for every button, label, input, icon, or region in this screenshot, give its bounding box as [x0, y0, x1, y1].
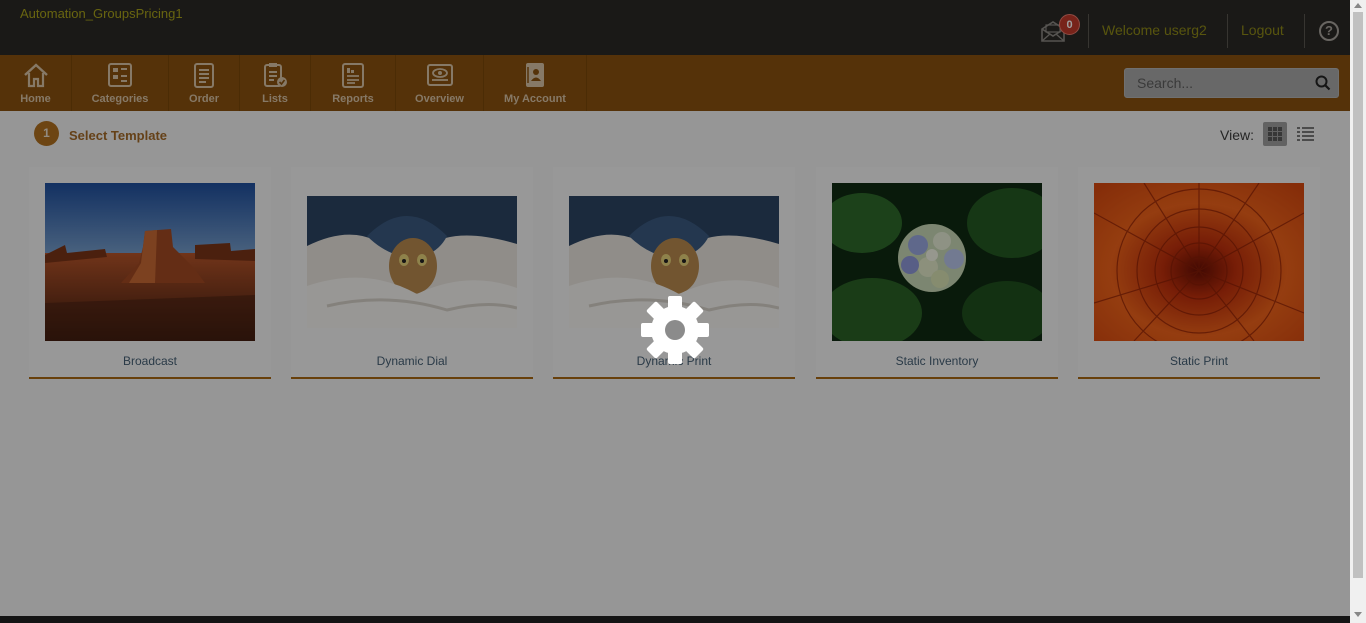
hydrangea-image	[832, 183, 1042, 341]
reports-icon	[342, 63, 364, 88]
divider	[1227, 14, 1228, 48]
nav-label: Categories	[91, 93, 149, 105]
welcome-text: Welcome userg2	[1102, 22, 1207, 38]
step-label: Select Template	[69, 128, 168, 143]
list-icon	[1297, 127, 1314, 141]
overview-icon	[426, 64, 453, 86]
nav-item-home[interactable]: Home	[0, 55, 72, 111]
nav-item-categories[interactable]: Categories	[72, 55, 169, 111]
messages-button[interactable]: 0	[1040, 14, 1080, 46]
scrollbar-thumb[interactable]	[1353, 12, 1363, 578]
categories-icon	[108, 63, 132, 87]
help-icon[interactable]: ?	[1319, 21, 1339, 41]
chrysanthemum-image	[1094, 183, 1304, 341]
notification-badge: 0	[1059, 14, 1080, 35]
nav-label: Home	[20, 93, 51, 105]
order-icon	[194, 63, 214, 88]
main-nav: Home Categories Order Lists Reports Over…	[0, 55, 1350, 111]
nav-label: Reports	[332, 93, 374, 105]
nav-label: My Account	[504, 93, 566, 105]
template-card-broadcast[interactable]: Broadcast	[29, 167, 271, 379]
nav-item-my-account[interactable]: My Account	[484, 55, 587, 111]
grid-view-button[interactable]	[1263, 122, 1287, 146]
grid-icon	[1268, 127, 1282, 141]
view-label: View:	[1220, 127, 1254, 143]
template-label: Broadcast	[122, 354, 178, 368]
search-icon[interactable]	[1315, 75, 1331, 91]
kitten-image	[307, 196, 517, 328]
scroll-up-arrow-icon[interactable]	[1354, 3, 1362, 8]
nav-item-overview[interactable]: Overview	[396, 55, 484, 111]
home-icon	[23, 63, 48, 88]
nav-item-reports[interactable]: Reports	[311, 55, 396, 111]
account-icon	[526, 63, 544, 87]
nav-label: Lists	[262, 93, 288, 105]
search-input[interactable]	[1125, 69, 1310, 97]
divider	[1088, 14, 1089, 48]
template-label: Static Inventory	[895, 354, 979, 368]
nav-item-order[interactable]: Order	[169, 55, 240, 111]
nav-item-lists[interactable]: Lists	[240, 55, 311, 111]
brand-name: Automation_GroupsPricing1	[20, 6, 183, 21]
logout-link[interactable]: Logout	[1241, 22, 1284, 38]
divider	[1304, 14, 1305, 48]
step-number-badge: 1	[34, 121, 59, 146]
scroll-down-arrow-icon[interactable]	[1354, 612, 1362, 617]
nav-label: Overview	[415, 93, 464, 105]
template-card-static-print[interactable]: Static Print	[1078, 167, 1320, 379]
nav-label: Order	[189, 93, 219, 105]
vertical-scrollbar[interactable]	[1350, 0, 1366, 623]
footer-bar	[0, 616, 1350, 623]
template-card-dynamic-dial[interactable]: Dynamic Dial	[291, 167, 533, 379]
top-bar: Automation_GroupsPricing1 0 Welcome user…	[0, 0, 1350, 55]
gear-spinner-icon	[641, 296, 709, 364]
lists-icon	[264, 63, 287, 87]
template-label: Dynamic Dial	[376, 354, 448, 368]
template-label: Static Print	[1169, 354, 1229, 368]
desert-image	[45, 183, 255, 341]
search-box	[1124, 68, 1339, 98]
list-view-button[interactable]	[1293, 122, 1317, 146]
template-card-static-inventory[interactable]: Static Inventory	[816, 167, 1058, 379]
